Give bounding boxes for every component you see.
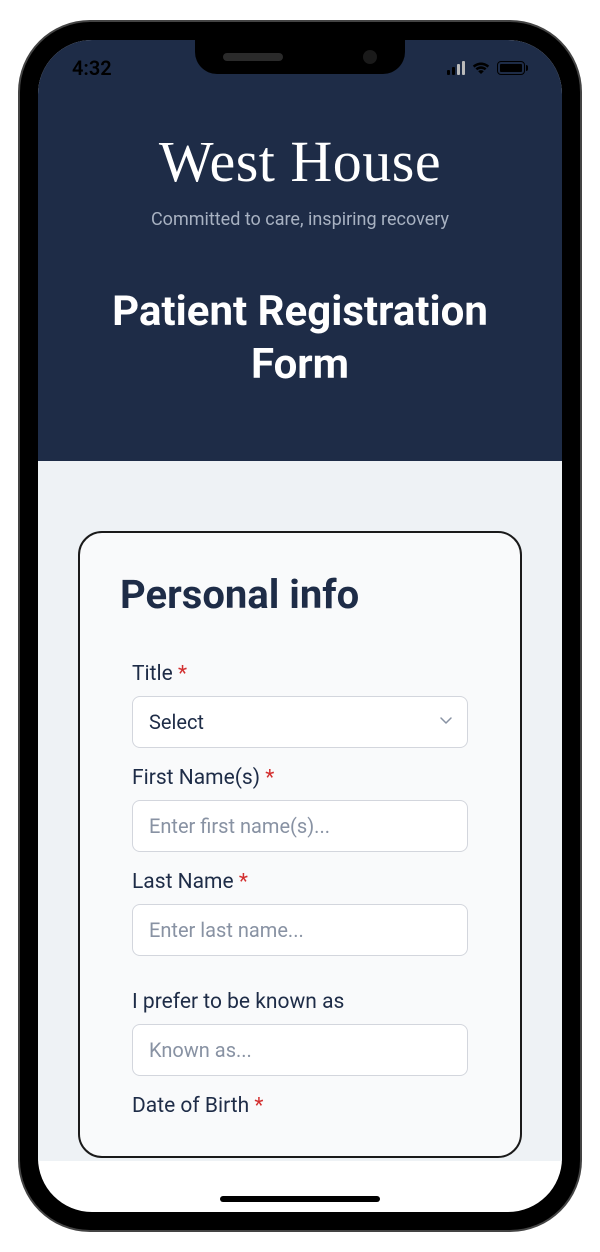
phone-notch [195,40,405,74]
personal-info-card: Personal info Title * Select [78,531,522,1158]
known-as-field-group: I prefer to be known as [120,990,480,1076]
status-icons [447,61,528,75]
last-name-label: Last Name * [132,870,468,894]
dob-label: Date of Birth * [132,1094,468,1118]
phone-device-frame: 4:32 [20,22,580,1230]
title-select[interactable]: Select [132,696,468,748]
first-name-label: First Name(s) * [132,766,468,790]
label-text: First Name(s) [132,766,260,790]
known-as-label: I prefer to be known as [132,990,468,1014]
page-title: Patient Registration Form [58,286,542,391]
dob-field-group: Date of Birth * [120,1094,480,1118]
required-star: * [265,766,274,790]
required-star: * [178,662,187,686]
status-time: 4:32 [72,56,112,80]
title-select-wrap: Select [132,696,468,748]
wifi-icon [471,61,491,75]
front-camera [363,50,377,64]
battery-icon [497,61,528,75]
brand-name: West House [58,128,542,195]
app-content: West House Committed to care, inspiring … [38,40,562,1212]
section-heading: Personal info [120,571,480,618]
phone-screen: 4:32 [38,40,562,1212]
form-header: West House Committed to care, inspiring … [38,40,562,461]
home-indicator[interactable] [220,1196,380,1202]
label-text: I prefer to be known as [132,990,344,1014]
known-as-input[interactable] [132,1024,468,1076]
title-label: Title * [132,662,468,686]
required-star: * [239,870,248,894]
speaker-grill [223,53,283,61]
label-text: Last Name [132,870,234,894]
last-name-field-group: Last Name * [120,870,480,956]
first-name-input[interactable] [132,800,468,852]
last-name-input[interactable] [132,904,468,956]
label-text: Date of Birth [132,1094,249,1118]
brand-tagline: Committed to care, inspiring recovery [58,209,542,230]
first-name-field-group: First Name(s) * [120,766,480,852]
cellular-signal-icon [447,61,465,75]
title-field-group: Title * Select [120,662,480,748]
form-body: Personal info Title * Select [38,461,562,1161]
label-text: Title [132,662,173,686]
required-star: * [254,1094,263,1118]
